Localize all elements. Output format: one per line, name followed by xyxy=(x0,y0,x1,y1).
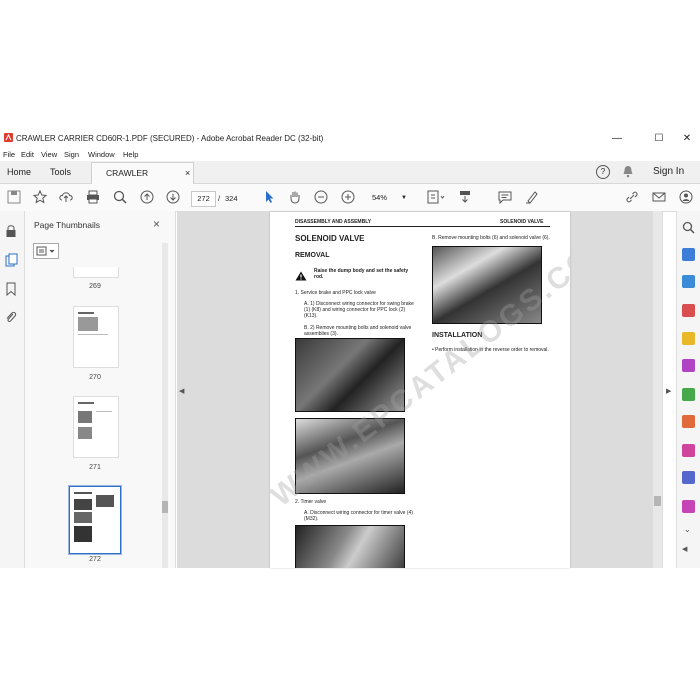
pdf-page: DISASSEMBLY AND ASSEMBLY SOLENOID VALVE … xyxy=(270,212,570,568)
tab-home[interactable]: Home xyxy=(7,161,31,183)
protect-icon[interactable] xyxy=(682,471,695,484)
scroll-mode-icon[interactable] xyxy=(458,190,472,204)
photo-timer-valve xyxy=(295,525,405,568)
select-cursor-icon[interactable] xyxy=(262,190,276,204)
title-bar: CRAWLER CARRIER CD60R-1.PDF (SECURED) - … xyxy=(0,130,700,147)
more-tools-chevron-icon[interactable]: ⌄ xyxy=(684,525,691,534)
left-rail xyxy=(0,211,25,568)
acrobat-logo-icon xyxy=(4,133,13,142)
tab-bar: Home Tools CRAWLER CARRIER... × ? Sign I… xyxy=(0,161,700,199)
menu-view[interactable]: View xyxy=(41,150,57,159)
panel-title: Page Thumbnails xyxy=(34,220,100,230)
menu-bar: File Edit View Sign Window Help xyxy=(0,147,700,161)
lock-icon[interactable] xyxy=(5,224,17,243)
maximize-button[interactable]: ☐ xyxy=(644,131,674,146)
save-icon[interactable] xyxy=(7,190,21,204)
bookmark-icon[interactable] xyxy=(6,282,16,301)
section-title: SOLENOID VALVE xyxy=(295,234,365,243)
menu-file[interactable]: File xyxy=(3,150,15,159)
edit-pdf-icon[interactable] xyxy=(682,304,695,317)
step-1a: A. 1) Disconnect wiring connector for sw… xyxy=(304,301,414,319)
next-page-icon[interactable] xyxy=(166,190,180,204)
redact-icon[interactable] xyxy=(682,415,695,428)
close-window-button[interactable]: ✕ xyxy=(672,131,700,146)
fit-page-icon[interactable] xyxy=(427,190,445,204)
page-number-input[interactable]: 272 xyxy=(191,191,216,207)
star-icon[interactable] xyxy=(32,189,48,204)
upload-icon[interactable] xyxy=(59,190,73,204)
right-rail: ⌄ ◀ xyxy=(676,211,700,568)
email-icon[interactable] xyxy=(652,190,666,204)
window-title: CRAWLER CARRIER CD60R-1.PDF (SECURED) - … xyxy=(16,134,324,143)
thumbnail-label: 272 xyxy=(89,556,101,563)
zoom-value: 54% xyxy=(372,193,388,202)
thumbnail-label: 271 xyxy=(89,464,101,471)
subsection-removal: REMOVAL xyxy=(295,252,330,259)
zoom-out-icon[interactable] xyxy=(314,190,328,204)
tab-close-button[interactable]: × xyxy=(185,163,190,184)
highlight-pen-icon[interactable] xyxy=(525,190,539,204)
fill-sign-icon[interactable] xyxy=(682,444,695,457)
viewer-scrollbar[interactable] xyxy=(653,211,662,568)
step-1b: B. 2) Remove mounting bolts and solenoid… xyxy=(304,325,412,337)
comment-tool-icon[interactable] xyxy=(682,332,695,345)
thumbnail-label: 269 xyxy=(89,283,101,290)
thumbnail-options-button[interactable] xyxy=(33,243,59,259)
send-for-signature-icon[interactable] xyxy=(682,500,695,513)
thumbnail-label: 270 xyxy=(89,374,101,381)
viewer-scrollbar-thumb[interactable] xyxy=(654,496,661,506)
page-header-right: SOLENOID VALVE xyxy=(500,219,544,225)
create-pdf-icon[interactable] xyxy=(682,275,695,288)
print-icon[interactable] xyxy=(86,190,100,204)
help-icon[interactable]: ? xyxy=(596,165,610,179)
organize-pages-icon[interactable] xyxy=(682,388,695,401)
thumbnail-270[interactable] xyxy=(73,306,119,368)
thumbnails-panel: Page Thumbnails × 269 270 271 272 xyxy=(25,211,176,568)
zoom-dropdown[interactable]: 54% ▼ xyxy=(372,191,407,205)
menu-window[interactable]: Window xyxy=(88,150,115,159)
collapse-left-arrow-icon[interactable]: ◀ xyxy=(179,387,184,395)
export-pdf-icon[interactable] xyxy=(682,248,695,261)
menu-edit[interactable]: Edit xyxy=(21,150,34,159)
expand-right-arrow-icon[interactable]: ▶ xyxy=(666,387,671,395)
right-step-b: B. Remove mounting bolts (6) and solenoi… xyxy=(432,235,550,241)
tab-document[interactable]: CRAWLER CARRIER... × xyxy=(91,162,194,199)
collapse-rail-arrow-icon[interactable]: ◀ xyxy=(682,545,687,553)
sign-in-button[interactable]: Sign In xyxy=(653,161,684,183)
thumbnail-272-selected[interactable] xyxy=(68,485,122,555)
toolbar: 272 / 324 54% ▼ xyxy=(0,184,700,212)
warning-text: Raise the dump body and set the safety r… xyxy=(314,268,409,280)
page-header-left: DISASSEMBLY AND ASSEMBLY xyxy=(295,219,372,225)
share-link-icon[interactable] xyxy=(625,190,639,204)
page-separator: / xyxy=(218,194,221,203)
search-zoom-icon[interactable] xyxy=(682,221,695,234)
attachment-icon[interactable] xyxy=(5,310,17,329)
panel-scrollbar-thumb[interactable] xyxy=(162,501,168,513)
warning-icon xyxy=(295,268,307,286)
thumbnail-271[interactable] xyxy=(73,396,119,458)
combine-files-icon[interactable] xyxy=(682,359,695,372)
zoom-search-icon[interactable] xyxy=(113,190,127,204)
minimize-button[interactable]: — xyxy=(602,131,632,146)
panel-scrollbar[interactable] xyxy=(162,243,168,568)
page-total: 324 xyxy=(225,194,238,203)
previous-page-icon[interactable] xyxy=(140,190,154,204)
page-thumbnails-icon[interactable] xyxy=(5,253,18,272)
panel-close-button[interactable]: × xyxy=(153,217,160,231)
menu-help[interactable]: Help xyxy=(123,150,138,159)
zoom-in-icon[interactable] xyxy=(341,190,355,204)
step-2a: A. Disconnect wiring connector for timer… xyxy=(304,510,413,522)
hand-tool-icon[interactable] xyxy=(288,190,302,204)
step-1: 1. Service brake and PPC lock valve xyxy=(295,290,376,296)
step-2: 2. Timer valve xyxy=(295,499,327,505)
bell-icon[interactable] xyxy=(622,165,634,180)
comment-icon[interactable] xyxy=(498,190,512,205)
menu-sign[interactable]: Sign xyxy=(64,150,79,159)
chevron-down-icon: ▼ xyxy=(401,195,407,201)
thumbnail-269[interactable] xyxy=(73,267,119,278)
account-icon[interactable] xyxy=(679,190,693,204)
tab-tools[interactable]: Tools xyxy=(50,161,71,183)
